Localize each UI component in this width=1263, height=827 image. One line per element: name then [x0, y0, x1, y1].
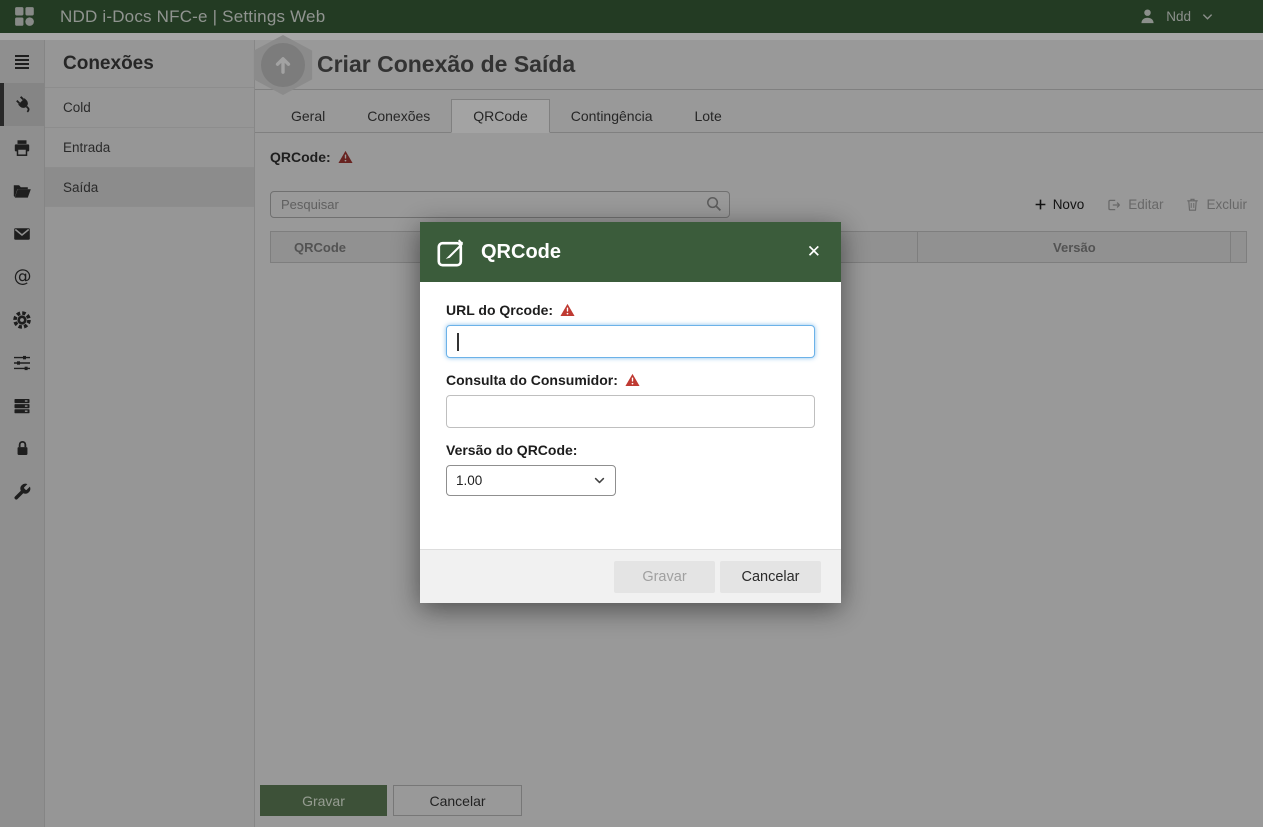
url-qrcode-label: URL do Qrcode:	[446, 302, 815, 318]
url-qrcode-label-text: URL do Qrcode:	[446, 302, 553, 318]
consulta-consumidor-label: Consulta do Consumidor:	[446, 372, 815, 388]
chevron-down-icon	[593, 474, 606, 487]
versao-qrcode-label: Versão do QRCode:	[446, 442, 815, 458]
modal-cancel-button[interactable]: Cancelar	[720, 561, 821, 593]
url-qrcode-field[interactable]	[446, 325, 815, 358]
edit-square-icon	[436, 237, 467, 268]
versao-qrcode-label-text: Versão do QRCode:	[446, 442, 577, 458]
modal-title: QRCode	[481, 241, 561, 264]
modal-body: URL do Qrcode: Consulta do Consumidor: V…	[420, 282, 841, 549]
warning-icon	[625, 373, 640, 387]
qrcode-modal: QRCode ✕ URL do Qrcode: Consulta do Cons…	[420, 222, 841, 603]
warning-icon	[560, 303, 575, 317]
close-icon[interactable]: ✕	[803, 240, 825, 264]
modal-save-button[interactable]: Gravar	[614, 561, 715, 593]
consulta-consumidor-label-text: Consulta do Consumidor:	[446, 372, 618, 388]
modal-header: QRCode ✕	[420, 222, 841, 282]
versao-qrcode-value: 1.00	[456, 473, 482, 488]
versao-qrcode-select[interactable]: 1.00	[446, 465, 616, 496]
text-caret	[457, 333, 459, 351]
modal-footer: Gravar Cancelar	[420, 549, 841, 603]
consulta-consumidor-field[interactable]	[446, 395, 815, 428]
